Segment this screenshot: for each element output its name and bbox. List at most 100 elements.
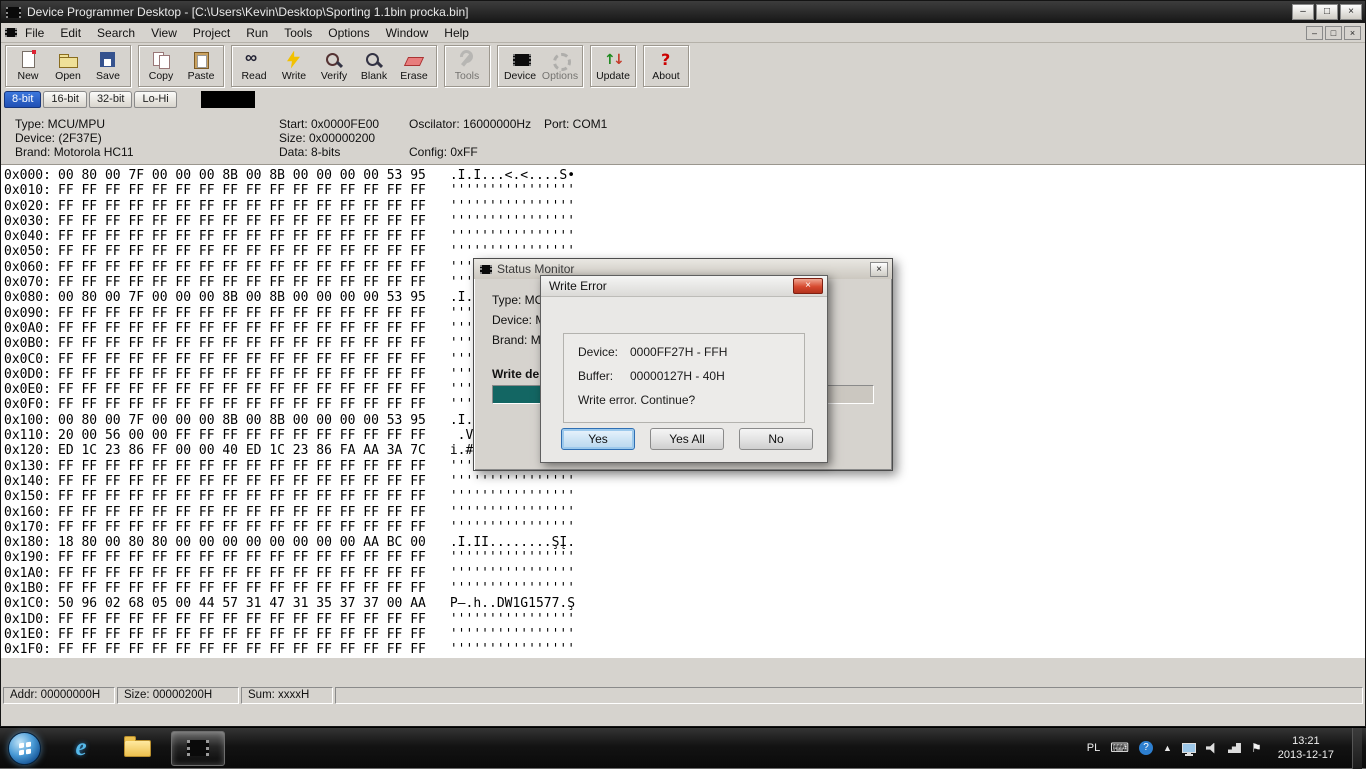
blank-button[interactable]: Blank — [354, 47, 394, 85]
yes-button[interactable]: Yes — [561, 428, 635, 450]
hex-address: 0x1B0: — [4, 581, 51, 597]
hex-bytes: 50 96 02 68 05 00 44 57 31 47 31 35 37 3… — [58, 596, 426, 612]
menu-item-project[interactable]: Project — [185, 24, 238, 42]
device-button[interactable]: Device — [500, 47, 540, 85]
menu-item-run[interactable]: Run — [238, 24, 276, 42]
menu-item-file[interactable]: File — [17, 24, 52, 42]
hex-row[interactable]: 0x030: FF FF FF FF FF FF FF FF FF FF FF F… — [4, 214, 1365, 229]
menu-item-window[interactable]: Window — [378, 24, 437, 42]
keyboard-icon[interactable]: ⌨ — [1110, 740, 1129, 756]
minimize-button[interactable]: – — [1292, 4, 1314, 20]
info-line: Data: 8-bits — [279, 145, 341, 159]
hex-address: 0x0F0: — [4, 397, 51, 413]
device-value: 0000FF27H - FFH — [630, 345, 728, 359]
menu-item-options[interactable]: Options — [320, 24, 377, 42]
tab-row: 8-bit 16-bit 32-bit Lo-Hi — [1, 89, 1365, 109]
no-button[interactable]: No — [739, 428, 813, 450]
hex-address: 0x090: — [4, 305, 51, 321]
hex-row[interactable]: 0x1F0: FF FF FF FF FF FF FF FF FF FF FF F… — [4, 642, 1365, 657]
buffer-label: Buffer: — [578, 369, 614, 383]
toolbar-button-label: Save — [96, 69, 120, 82]
open-button[interactable]: Open — [48, 47, 88, 85]
maximize-button[interactable]: □ — [1316, 4, 1338, 20]
hex-ascii: .I.II........ŞĮ. — [449, 535, 576, 551]
hex-row[interactable]: 0x160: FF FF FF FF FF FF FF FF FF FF FF F… — [4, 505, 1365, 520]
status-monitor-close-icon[interactable]: × — [870, 261, 888, 277]
read-button[interactable]: Read — [234, 47, 274, 85]
options-button[interactable]: Options — [540, 47, 580, 85]
hex-address: 0x1C0: — [4, 596, 51, 612]
update-button[interactable]: Update — [593, 47, 633, 85]
action-center-flag-icon[interactable]: ⚑ — [1251, 741, 1262, 755]
browser-taskbar-button[interactable]: e — [53, 728, 109, 768]
show-desktop-button[interactable] — [1352, 727, 1362, 769]
info-line: Device: (2F37E) — [15, 131, 102, 145]
hex-row[interactable]: 0x1D0: FF FF FF FF FF FF FF FF FF FF FF F… — [4, 612, 1365, 627]
save-button[interactable]: Save — [88, 47, 128, 85]
hex-row[interactable]: 0x010: FF FF FF FF FF FF FF FF FF FF FF F… — [4, 183, 1365, 198]
start-button[interactable] — [8, 731, 41, 765]
device-programmer-taskbar-button[interactable] — [171, 730, 225, 766]
toolbar-button-label: Blank — [360, 69, 388, 82]
hex-bytes: FF FF FF FF FF FF FF FF FF FF FF FF FF F… — [58, 229, 426, 245]
verify-button[interactable]: Verify — [314, 47, 354, 85]
hex-address: 0x060: — [4, 259, 51, 275]
hex-bytes: FF FF FF FF FF FF FF FF FF FF FF FF FF F… — [58, 198, 426, 214]
menu-item-view[interactable]: View — [143, 24, 185, 42]
hex-row[interactable]: 0x1C0: 50 96 02 68 05 00 44 57 31 47 31 3… — [4, 596, 1365, 611]
hex-row[interactable]: 0x1E0: FF FF FF FF FF FF FF FF FF FF FF F… — [4, 627, 1365, 642]
erase-button[interactable]: Erase — [394, 47, 434, 85]
hex-bytes: FF FF FF FF FF FF FF FF FF FF FF FF FF F… — [58, 305, 426, 321]
network-signal-icon[interactable] — [1227, 743, 1241, 753]
hex-bytes: FF FF FF FF FF FF FF FF FF FF FF FF FF F… — [58, 366, 426, 382]
hex-bytes: FF FF FF FF FF FF FF FF FF FF FF FF FF F… — [58, 611, 426, 627]
help-tray-icon[interactable]: ? — [1139, 741, 1154, 755]
tab-16-bit[interactable]: 16-bit — [43, 90, 87, 108]
explorer-taskbar-button[interactable] — [109, 728, 165, 768]
copy-button[interactable]: Copy — [141, 47, 181, 85]
hex-row[interactable]: 0x150: FF FF FF FF FF FF FF FF FF FF FF F… — [4, 489, 1365, 504]
yes-all-button[interactable]: Yes All — [650, 428, 724, 450]
menu-item-help[interactable]: Help — [436, 24, 477, 42]
hex-ascii: '''''''''''''''' — [449, 473, 576, 489]
write-button[interactable]: Write — [274, 47, 314, 85]
hex-row[interactable]: 0x170: FF FF FF FF FF FF FF FF FF FF FF F… — [4, 520, 1365, 535]
mdi-minimize-button[interactable]: – — [1306, 25, 1323, 40]
hex-ascii: '''''''''''''''' — [449, 504, 576, 520]
toolbar-button-label: Verify — [320, 69, 348, 82]
about-button[interactable]: About — [646, 47, 686, 85]
hex-row[interactable]: 0x000: 00 80 00 7F 00 00 00 8B 00 8B 00 0… — [4, 168, 1365, 183]
tab-32-bit[interactable]: 32-bit — [88, 90, 133, 108]
new-button[interactable]: New — [8, 47, 48, 85]
hex-row[interactable]: 0x1A0: FF FF FF FF FF FF FF FF FF FF FF F… — [4, 566, 1365, 581]
hex-row[interactable]: 0x1B0: FF FF FF FF FF FF FF FF FF FF FF F… — [4, 581, 1365, 596]
mdi-restore-button[interactable]: □ — [1325, 25, 1342, 40]
menu-item-edit[interactable]: Edit — [52, 24, 89, 42]
write-error-close-icon[interactable]: × — [793, 278, 823, 294]
hex-bytes: FF FF FF FF FF FF FF FF FF FF FF FF FF F… — [58, 550, 426, 566]
hex-address: 0x0B0: — [4, 336, 51, 352]
menu-item-search[interactable]: Search — [89, 24, 143, 42]
hex-row[interactable]: 0x140: FF FF FF FF FF FF FF FF FF FF FF F… — [4, 474, 1365, 489]
paste-button[interactable]: Paste — [181, 47, 221, 85]
volume-icon[interactable] — [1205, 742, 1215, 754]
hex-row[interactable]: 0x190: FF FF FF FF FF FF FF FF FF FF FF F… — [4, 550, 1365, 565]
hidden-icons-chevron[interactable]: ▲ — [1163, 743, 1172, 753]
taskbar-clock[interactable]: 13:21 2013-12-17 — [1278, 734, 1334, 762]
hex-row[interactable]: 0x040: FF FF FF FF FF FF FF FF FF FF FF F… — [4, 229, 1365, 244]
close-button[interactable]: × — [1340, 4, 1362, 20]
mdi-close-button[interactable]: × — [1344, 25, 1361, 40]
language-indicator[interactable]: PL — [1087, 742, 1100, 754]
hex-bytes: 00 80 00 7F 00 00 00 8B 00 8B 00 00 00 0… — [58, 168, 426, 183]
options-icon — [550, 51, 571, 71]
hex-row[interactable]: 0x020: FF FF FF FF FF FF FF FF FF FF FF F… — [4, 199, 1365, 214]
tab-8-bit[interactable]: 8-bit — [4, 90, 42, 108]
hex-ascii: '''''''''''''''' — [449, 183, 576, 199]
tools-button[interactable]: Tools — [447, 47, 487, 85]
status-cell-1: Size: 00000200H — [117, 687, 239, 704]
tab-lo-hi[interactable]: Lo-Hi — [134, 90, 177, 108]
hex-row[interactable]: 0x180: 18 80 00 80 80 00 00 00 00 00 00 0… — [4, 535, 1365, 550]
buffer-error-row: Buffer: 00000127H - 40H — [578, 368, 790, 392]
menu-item-tools[interactable]: Tools — [276, 24, 320, 42]
display-tray-icon[interactable] — [1181, 743, 1196, 755]
